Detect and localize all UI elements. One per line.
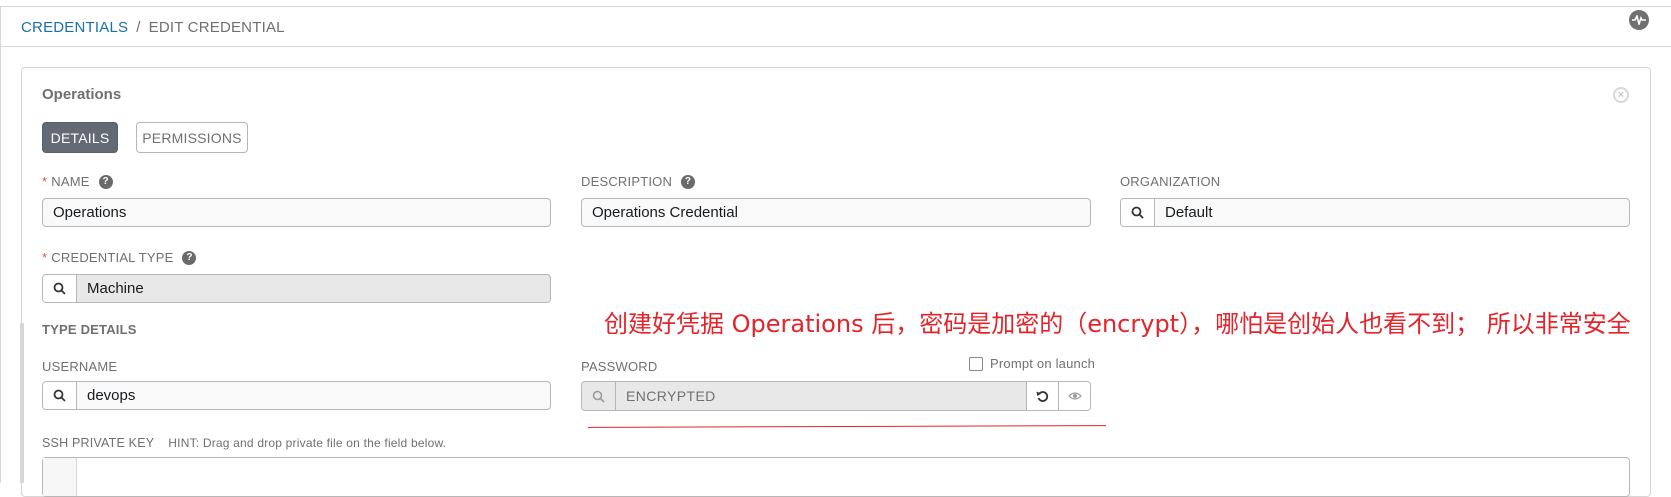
prompt-on-launch[interactable]: Prompt on launch — [969, 356, 1095, 371]
organization-label: ORGANIZATION — [1120, 174, 1220, 189]
description-label: DESCRIPTION ? — [581, 174, 696, 189]
prompt-on-launch-checkbox[interactable] — [969, 356, 983, 371]
ssh-key-hint: HINT: Drag and drop private file on the … — [168, 436, 447, 450]
username-value: devops — [87, 387, 136, 404]
annotation-text: 创建好凭据 Operations 后，密码是加密的（encrypt），哪怕是创始… — [604, 310, 1631, 338]
breadcrumb-separator: / — [136, 19, 141, 36]
search-icon[interactable] — [1121, 199, 1155, 226]
help-icon[interactable]: ? — [182, 250, 197, 265]
password-value: ENCRYPTED — [616, 382, 1026, 410]
password-label: PASSWORD — [581, 359, 657, 374]
panel-left-accent — [20, 323, 24, 483]
name-label-text: NAME — [51, 174, 90, 189]
close-icon[interactable]: × — [1613, 87, 1629, 103]
ssh-key-label: SSH PRIVATE KEY HINT: Drag and drop priv… — [42, 436, 446, 450]
search-icon[interactable] — [43, 382, 77, 409]
help-icon[interactable]: ? — [681, 174, 696, 189]
name-label: * NAME ? — [42, 174, 113, 189]
ssh-key-label-text: SSH PRIVATE KEY — [42, 436, 155, 450]
prompt-on-launch-label: Prompt on launch — [990, 356, 1096, 371]
organization-input-value: Default — [1165, 204, 1213, 221]
name-input-value: Operations — [53, 204, 127, 221]
organization-label-text: ORGANIZATION — [1120, 174, 1221, 189]
required-mark: * — [42, 174, 48, 189]
password-label-text: PASSWORD — [581, 359, 658, 374]
tab-details[interactable]: DETAILS — [42, 122, 118, 153]
username-label-text: USERNAME — [42, 359, 118, 374]
breadcrumb-current: EDIT CREDENTIAL — [148, 19, 285, 36]
left-border — [0, 6, 1, 483]
username-label: USERNAME — [42, 359, 117, 374]
description-input[interactable]: Operations Credential — [581, 198, 1091, 227]
breadcrumb-credentials-link[interactable]: CREDENTIALS — [21, 19, 128, 36]
type-details-heading: TYPE DETAILS — [42, 322, 137, 337]
credential-type-input[interactable]: Machine — [42, 274, 551, 303]
description-label-text: DESCRIPTION — [581, 174, 673, 189]
eye-icon[interactable] — [1058, 382, 1090, 410]
organization-input[interactable]: Default — [1120, 198, 1630, 227]
password-input[interactable]: ENCRYPTED — [581, 381, 1091, 411]
panel-title: Operations — [42, 86, 122, 103]
description-input-value: Operations Credential — [592, 204, 738, 221]
username-input[interactable]: devops — [42, 381, 551, 410]
credential-type-label-text: CREDENTIAL TYPE — [51, 250, 174, 265]
line-number-gutter — [43, 458, 77, 496]
credential-type-value: Machine — [87, 280, 144, 297]
search-icon — [582, 382, 616, 410]
activity-stream-icon[interactable] — [1629, 10, 1649, 30]
breadcrumb-bar: CREDENTIALS / EDIT CREDENTIAL — [1, 7, 1671, 47]
required-mark: * — [42, 250, 48, 265]
breadcrumb: CREDENTIALS / EDIT CREDENTIAL — [21, 19, 285, 36]
help-icon[interactable]: ? — [98, 174, 113, 189]
ssh-key-textarea[interactable] — [42, 457, 1630, 497]
credential-type-label: * CREDENTIAL TYPE ? — [42, 250, 197, 265]
name-input[interactable]: Operations — [42, 198, 551, 227]
tab-permissions[interactable]: PERMISSIONS — [136, 122, 248, 153]
replace-icon[interactable] — [1026, 382, 1058, 410]
search-icon[interactable] — [43, 275, 77, 302]
